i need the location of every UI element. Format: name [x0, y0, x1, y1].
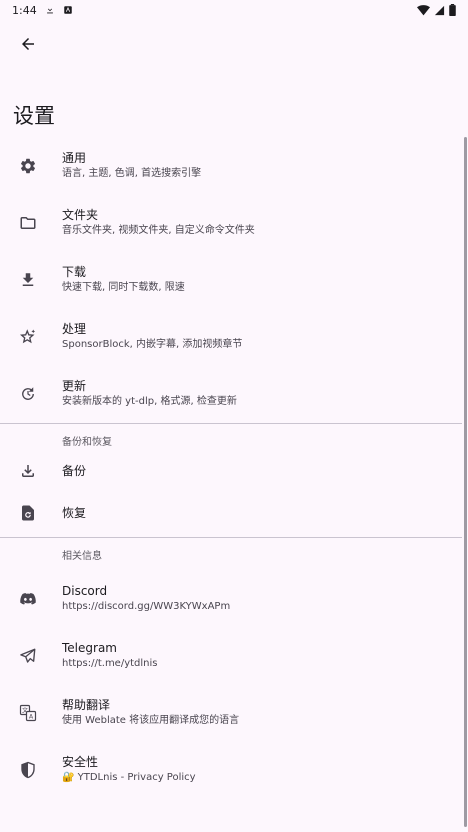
star-sparkle-icon: [18, 327, 38, 347]
setting-subtitle: 音乐文件夹, 视频文件夹, 自定义命令文件夹: [62, 225, 255, 236]
page-title: 设置: [13, 104, 55, 128]
battery-icon: [449, 4, 456, 16]
folder-icon: [18, 213, 38, 233]
status-time: 1:44: [12, 3, 37, 17]
setting-subtitle: 快速下载, 同时下载数, 限速: [62, 282, 185, 293]
section-header-about: 相关信息: [62, 551, 102, 562]
scrollbar[interactable]: [464, 137, 467, 827]
setting-title: 备份: [62, 464, 87, 478]
setting-restore[interactable]: 恢复: [0, 492, 462, 534]
setting-downloads[interactable]: 下载 快速下载, 同时下载数, 限速: [0, 251, 462, 308]
setting-title: 处理: [62, 322, 87, 336]
setting-backup[interactable]: 备份: [0, 450, 462, 492]
setting-subtitle: https://discord.gg/WW3KYWxAPm: [62, 601, 231, 612]
download-notification-icon: [46, 5, 53, 14]
settings-list: 通用 语言, 主题, 色调, 首选搜索引擎 文件夹 音乐文件夹, 视频文件夹, …: [0, 137, 462, 798]
shield-icon: [18, 760, 38, 780]
setting-title: 恢复: [62, 506, 87, 520]
setting-title: 安全性: [62, 755, 99, 769]
setting-security[interactable]: 安全性 🔐 YTDLnis - Privacy Policy: [0, 741, 462, 798]
gear-icon: [18, 156, 38, 176]
setting-processing[interactable]: 处理 SponsorBlock, 内嵌字幕, 添加视频章节: [0, 308, 462, 365]
setting-subtitle: SponsorBlock, 内嵌字幕, 添加视频章节: [62, 339, 243, 350]
setting-subtitle: 语言, 主题, 色调, 首选搜索引擎: [62, 168, 202, 179]
setting-title: 文件夹: [62, 208, 99, 222]
back-button[interactable]: [12, 28, 44, 60]
setting-title: Discord: [62, 584, 108, 598]
setting-title: 下载: [62, 265, 87, 279]
arrow-back-icon: [22, 38, 34, 50]
setting-subtitle: 🔐 YTDLnis - Privacy Policy: [62, 772, 196, 783]
setting-title: 通用: [62, 151, 87, 165]
setting-subtitle: https://t.me/ytdlnis: [62, 658, 158, 669]
setting-title: 更新: [62, 379, 87, 393]
setting-title: 帮助翻译: [62, 698, 111, 712]
setting-telegram[interactable]: Telegram https://t.me/ytdlnis: [0, 627, 462, 684]
update-icon: [18, 384, 38, 404]
download-icon: [18, 270, 38, 290]
setting-updates[interactable]: 更新 安装新版本的 yt-dlp, 格式源, 检查更新: [0, 365, 462, 422]
setting-subtitle: 使用 Weblate 将该应用翻译成您的语言: [62, 715, 240, 726]
telegram-icon: [18, 646, 38, 666]
setting-title: Telegram: [62, 641, 117, 655]
app-notification-icon: [63, 6, 72, 14]
status-bar: 1:44: [0, 0, 468, 20]
signal-icon: [434, 5, 445, 15]
section-header-backup: 备份和恢复: [62, 437, 112, 448]
setting-discord[interactable]: Discord https://discord.gg/WW3KYWxAPm: [0, 570, 462, 627]
wifi-icon: [417, 4, 430, 15]
setting-subtitle: 安装新版本的 yt-dlp, 格式源, 检查更新: [62, 396, 237, 407]
setting-folders[interactable]: 文件夹 音乐文件夹, 视频文件夹, 自定义命令文件夹: [0, 194, 462, 251]
restore-icon: [18, 503, 38, 523]
backup-download-icon: [18, 461, 38, 481]
setting-general[interactable]: 通用 语言, 主题, 色调, 首选搜索引擎: [0, 137, 462, 194]
discord-icon: [18, 589, 38, 609]
setting-translate[interactable]: 文A 帮助翻译 使用 Weblate 将该应用翻译成您的语言: [0, 684, 462, 741]
translate-icon: 文A: [18, 703, 38, 723]
